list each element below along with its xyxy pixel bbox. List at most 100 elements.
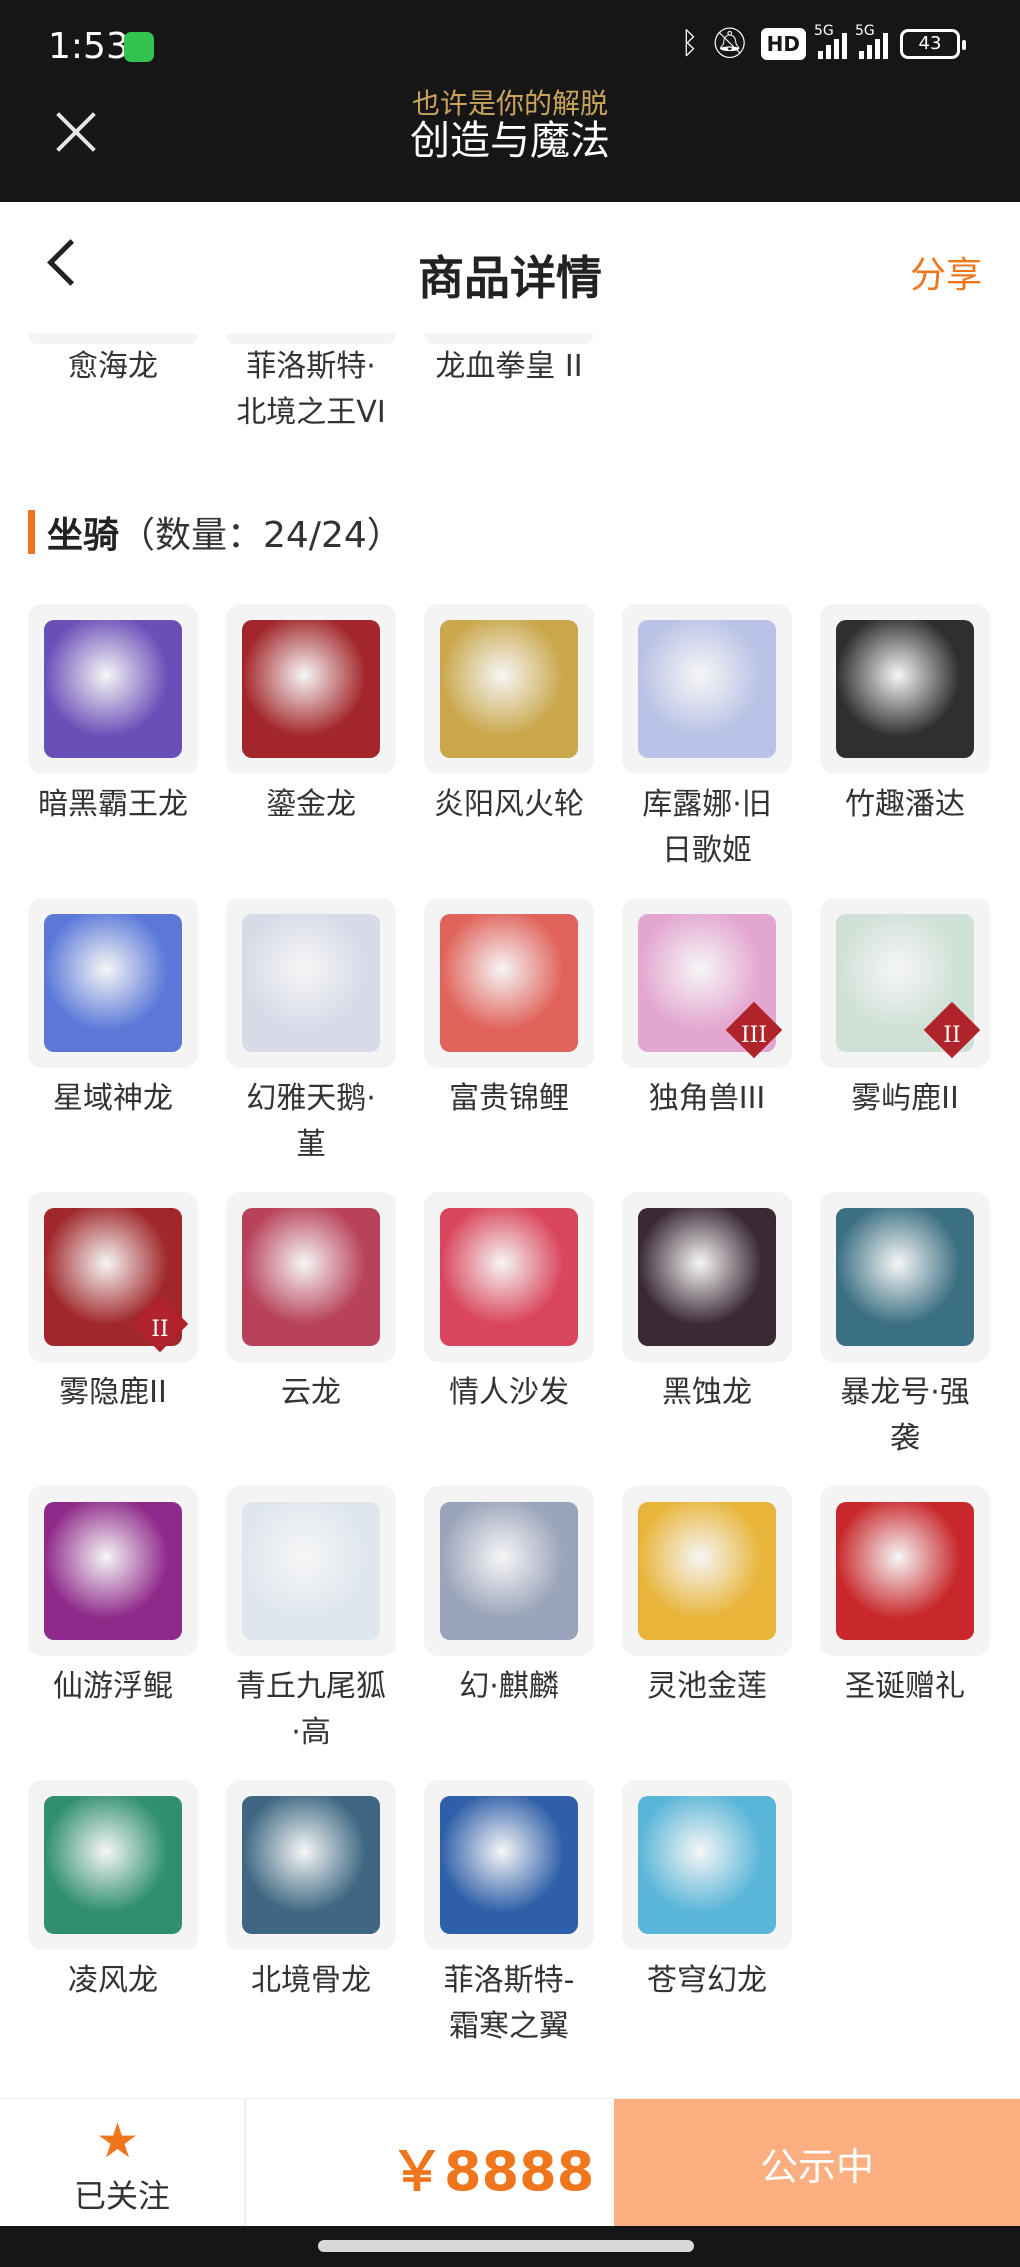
signal-icon: 5G xyxy=(855,23,888,59)
mount-image xyxy=(440,914,578,1052)
mount-name-line: 暴龙号·强 xyxy=(840,1375,970,1410)
mount-name-line: 独角兽III xyxy=(648,1081,766,1116)
mount-image xyxy=(44,1796,182,1934)
mount-name: 幻·麒麟 xyxy=(410,1664,608,1710)
battery-icon: 43 xyxy=(900,28,966,59)
mount-name-line: 苍穹幻龙 xyxy=(647,1963,767,1998)
bottom-action-bar: ★ 已关注 ￥8888 公示中 xyxy=(0,2098,1020,2227)
mount-name-line: 仙游浮鲲 xyxy=(53,1669,173,1704)
mount-name: 圣诞赠礼 xyxy=(806,1664,1004,1710)
network-label: 5G xyxy=(814,22,834,39)
mount-name-line: 情人沙发 xyxy=(449,1375,569,1410)
mount-image xyxy=(44,1502,182,1640)
mount-image xyxy=(44,620,182,758)
item-name-line: 龙血拳皇 II xyxy=(435,349,583,384)
hd-badge: HD xyxy=(760,27,806,60)
mount-name-line: 菲洛斯特- xyxy=(443,1963,575,1998)
mount-thumbnail[interactable] xyxy=(424,1780,594,1950)
mount-thumbnail[interactable] xyxy=(28,898,198,1068)
mount-name: 菲洛斯特- 霜寒之翼 xyxy=(410,1958,608,2050)
follow-label: 已关注 xyxy=(73,2177,170,2215)
home-indicator[interactable] xyxy=(318,2240,694,2252)
mount-name-line: 霜寒之翼 xyxy=(449,2009,569,2044)
mount-name: 雾屿鹿II xyxy=(806,1076,1004,1122)
bluetooth-icon: ᛒ xyxy=(680,26,699,61)
mount-thumbnail[interactable] xyxy=(622,1486,792,1656)
mount-name-line: 云龙 xyxy=(281,1375,341,1410)
product-detail-content[interactable]: 愈海龙 菲洛斯特· 北境之王VI 龙血拳皇 II 坐骑 （数量：24/24） 暗… xyxy=(0,334,1020,2074)
mount-thumbnail[interactable] xyxy=(424,1192,594,1362)
mount-image xyxy=(242,1502,380,1640)
mount-thumbnail[interactable] xyxy=(820,1486,990,1656)
mount-thumbnail[interactable] xyxy=(424,604,594,774)
mount-thumbnail[interactable] xyxy=(226,1192,396,1362)
mount-image xyxy=(836,1502,974,1640)
mount-thumbnail[interactable] xyxy=(226,1780,396,1950)
mount-name-line: 凌风龙 xyxy=(68,1963,158,1998)
mount-name: 北境骨龙 xyxy=(212,1958,410,2004)
mount-name: 暗黑霸王龙 xyxy=(14,782,212,828)
system-nav-bar xyxy=(0,2226,1020,2267)
network-label: 5G xyxy=(855,22,875,39)
mount-name-line: 灵池金莲 xyxy=(647,1669,767,1704)
follow-button[interactable]: ★ 已关注 xyxy=(0,2099,246,2227)
mount-thumbnail[interactable] xyxy=(424,1486,594,1656)
mount-thumbnail[interactable]: II xyxy=(820,898,990,1068)
mount-thumbnail[interactable] xyxy=(28,1780,198,1950)
mount-name: 黑蚀龙 xyxy=(608,1370,806,1416)
mount-name-line: 黑蚀龙 xyxy=(662,1375,752,1410)
mount-name-line: 堇 xyxy=(296,1127,326,1162)
mount-name: 凌风龙 xyxy=(14,1958,212,2004)
mount-name-line: 日歌姬 xyxy=(662,833,752,868)
mount-name-line: 雾隐鹿II xyxy=(59,1375,167,1410)
mount-name: 青丘九尾狐 ·高 xyxy=(212,1664,410,1756)
status-button[interactable]: 公示中 xyxy=(614,2099,1020,2227)
mount-thumbnail[interactable] xyxy=(622,1192,792,1362)
mount-image xyxy=(836,1208,974,1346)
mount-thumbnail[interactable] xyxy=(226,604,396,774)
mount-name: 库露娜·旧 日歌姬 xyxy=(608,782,806,874)
navigation-bar: 商品详情 分享 xyxy=(0,202,1020,334)
mount-thumbnail[interactable] xyxy=(226,1486,396,1656)
mount-image xyxy=(440,1796,578,1934)
mount-thumbnail[interactable] xyxy=(28,1486,198,1656)
share-button[interactable]: 分享 xyxy=(910,246,982,298)
mount-thumbnail[interactable] xyxy=(622,604,792,774)
mount-name: 暴龙号·强袭 xyxy=(806,1370,1004,1462)
mount-name-line: ·高 xyxy=(291,1715,331,1750)
tier-emblem-text: II xyxy=(151,1317,169,1342)
wechat-icon xyxy=(124,32,154,62)
item-name: 愈海龙 xyxy=(14,344,212,390)
mount-thumbnail[interactable] xyxy=(820,604,990,774)
mount-image xyxy=(440,1208,578,1346)
mount-name-line: 幻雅天鹅· xyxy=(246,1081,376,1116)
mount-name-line: 雾屿鹿II xyxy=(851,1081,959,1116)
mount-name: 雾隐鹿II xyxy=(14,1370,212,1416)
mount-image xyxy=(242,1796,380,1934)
mount-name-line: 富贵锦鲤 xyxy=(449,1081,569,1116)
mount-thumbnail[interactable]: II xyxy=(28,1192,198,1362)
section-count: （数量：24/24） xyxy=(119,515,403,556)
item-tile xyxy=(424,334,594,344)
mount-name-line: 幻·麒麟 xyxy=(459,1669,559,1704)
mount-thumbnail[interactable] xyxy=(226,898,396,1068)
mount-thumbnail[interactable] xyxy=(424,898,594,1068)
price: ￥8888 xyxy=(390,2140,595,2203)
mount-name-line: 竹趣潘达 xyxy=(845,787,965,822)
mount-thumbnail[interactable] xyxy=(622,1780,792,1950)
bell-off-icon: 🔕︎ xyxy=(710,26,749,61)
item-name: 菲洛斯特· 北境之王VI xyxy=(212,344,410,436)
mount-name-line: 鎏金龙 xyxy=(266,787,356,822)
mount-name: 富贵锦鲤 xyxy=(410,1076,608,1122)
mount-name: 竹趣潘达 xyxy=(806,782,1004,828)
mount-name: 幻雅天鹅· 堇 xyxy=(212,1076,410,1168)
mount-name: 鎏金龙 xyxy=(212,782,410,828)
mount-thumbnail[interactable] xyxy=(820,1192,990,1362)
mount-name: 星域神龙 xyxy=(14,1076,212,1122)
item-name-line: 北境之王VI xyxy=(236,395,386,430)
mount-name: 炎阳风火轮 xyxy=(410,782,608,828)
mount-thumbnail[interactable]: III xyxy=(622,898,792,1068)
section-title-mounts: 坐骑 （数量：24/24） xyxy=(28,509,403,556)
mount-thumbnail[interactable] xyxy=(28,604,198,774)
mini-app-header: 1:53 ᛒ 🔕︎ HD 5G 5G 43 也许是你的解脱 创造与魔法 xyxy=(0,0,1020,202)
